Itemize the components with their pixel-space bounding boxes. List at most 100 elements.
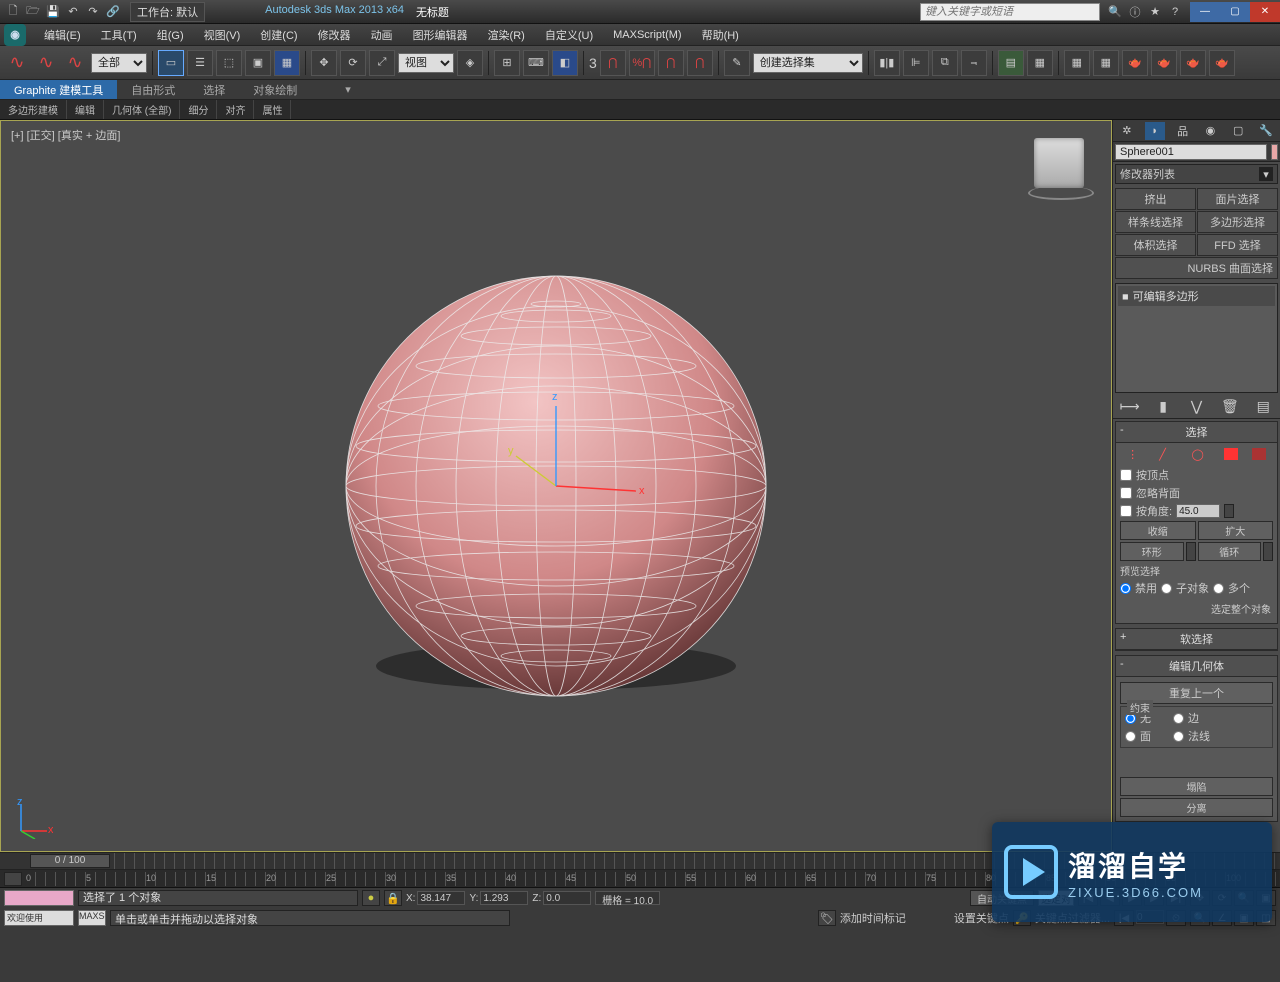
mirror-icon[interactable]: ▮|▮ xyxy=(874,50,900,76)
add-time-tag[interactable]: 添加时间标记 xyxy=(840,910,906,926)
layer-icon[interactable]: ⧉ xyxy=(932,50,958,76)
menu-maxscript[interactable]: MAXScript(M) xyxy=(603,27,691,43)
mod-nurbs-select[interactable]: NURBS 曲面选择 xyxy=(1115,257,1278,279)
app-menu-icon[interactable]: ◉ xyxy=(4,24,26,46)
ribbon-expand-icon[interactable]: ▾ xyxy=(331,80,365,99)
constraint-normal-radio[interactable] xyxy=(1173,731,1184,742)
rollout-editgeom-header[interactable]: -编辑几何体 xyxy=(1116,656,1277,677)
snap-options-icon[interactable]: ⋂ xyxy=(687,50,713,76)
snap-toggle-icon[interactable]: ◧ xyxy=(552,50,578,76)
named-selection-set[interactable]: 创建选择集 xyxy=(753,53,863,73)
paint-select-icon[interactable]: ▦ xyxy=(274,50,300,76)
ribbon-tab-paint[interactable]: 对象绘制 xyxy=(239,80,311,99)
hierarchy-tab-icon[interactable]: 品 xyxy=(1173,122,1193,140)
z-coord-field[interactable] xyxy=(543,891,591,905)
align-icon[interactable]: ⊫ xyxy=(903,50,929,76)
lock-icon[interactable]: 🔒 xyxy=(384,890,402,906)
mod-spline-select[interactable]: 样条线选择 xyxy=(1115,211,1196,233)
menu-group[interactable]: 组(G) xyxy=(147,25,194,45)
menu-custom[interactable]: 自定义(U) xyxy=(535,25,603,45)
create-tab-icon[interactable]: ✲ xyxy=(1117,122,1137,140)
material-editor-icon[interactable]: ▦ xyxy=(1027,50,1053,76)
ribbon-tab-selection[interactable]: 选择 xyxy=(189,80,239,99)
ribbon-panel-polymodel[interactable]: 多边形建模 xyxy=(0,100,67,119)
welcome-tab[interactable]: 欢迎使用 xyxy=(4,910,74,926)
window-crossing-icon[interactable]: ▣ xyxy=(245,50,271,76)
modify-tab-icon[interactable]: ◗ xyxy=(1145,122,1165,140)
select-name-icon[interactable]: ☰ xyxy=(187,50,213,76)
detach-button[interactable]: 分离 xyxy=(1120,798,1273,817)
loop-spin[interactable] xyxy=(1263,542,1273,561)
ignore-backface-checkbox[interactable] xyxy=(1120,487,1132,499)
viewport[interactable]: [+] [正交] [真实 + 边面] xyxy=(0,120,1112,852)
rollout-selection-header[interactable]: -选择 xyxy=(1116,422,1277,443)
redo-icon[interactable]: ↷ xyxy=(84,3,102,21)
rotate-icon[interactable]: ⟳ xyxy=(340,50,366,76)
mod-ffd-select[interactable]: FFD 选择 xyxy=(1197,234,1278,256)
element-subobj-icon[interactable] xyxy=(1252,448,1266,460)
shrink-button[interactable]: 收缩 xyxy=(1120,521,1196,540)
close-button[interactable]: ✕ xyxy=(1250,2,1280,22)
edge-subobj-icon[interactable]: ╱ xyxy=(1159,448,1177,464)
motion-tab-icon[interactable]: ◉ xyxy=(1200,122,1220,140)
star-icon[interactable]: ★ xyxy=(1146,3,1164,21)
new-icon[interactable]: 🗋 xyxy=(4,3,22,21)
poly-subobj-icon[interactable] xyxy=(1224,448,1238,460)
render-icon[interactable]: 🫖 xyxy=(1122,50,1148,76)
object-name-field[interactable] xyxy=(1115,144,1267,160)
select-region-icon[interactable]: ⬚ xyxy=(216,50,242,76)
unique-icon[interactable]: ⋁ xyxy=(1186,398,1206,416)
save-icon[interactable]: 💾 xyxy=(44,3,62,21)
ribbon-panel-props[interactable]: 属性 xyxy=(254,100,291,119)
ribbon-panel-geom[interactable]: 几何体 (全部) xyxy=(104,100,180,119)
by-angle-checkbox[interactable] xyxy=(1120,505,1132,517)
pivot-icon[interactable]: ◈ xyxy=(457,50,483,76)
unlink-icon[interactable]: ∿ xyxy=(33,50,59,76)
preview-disable-radio[interactable] xyxy=(1120,583,1131,594)
scale-icon[interactable]: ⤢ xyxy=(369,50,395,76)
undo-icon[interactable]: ↶ xyxy=(64,3,82,21)
info-icon[interactable]: ⓘ xyxy=(1126,3,1144,21)
spinner-snap-icon[interactable]: ⋂ xyxy=(658,50,684,76)
time-slider[interactable]: 0 / 100 xyxy=(30,854,110,868)
angle-spin-buttons[interactable] xyxy=(1224,504,1234,518)
rollout-soft-header[interactable]: +软选择 xyxy=(1116,629,1277,650)
keyboard-shortcut-icon[interactable]: ⌨ xyxy=(523,50,549,76)
stack-item-editable-poly[interactable]: 可编辑多边形 xyxy=(1118,286,1275,306)
configure-icon[interactable]: ▤ xyxy=(1253,398,1273,416)
link-icon[interactable]: 🔗 xyxy=(104,3,122,21)
ring-button[interactable]: 环形 xyxy=(1120,542,1184,561)
menu-edit[interactable]: 编辑(E) xyxy=(34,25,91,45)
vertex-subobj-icon[interactable]: ⋮ xyxy=(1127,448,1145,464)
modifier-stack[interactable]: 可编辑多边形 xyxy=(1115,283,1278,393)
menu-graph[interactable]: 图形编辑器 xyxy=(403,25,478,45)
menu-render[interactable]: 渲染(R) xyxy=(478,25,535,45)
ribbon-panel-align[interactable]: 对齐 xyxy=(217,100,254,119)
mod-extrude[interactable]: 挤出 xyxy=(1115,188,1196,210)
by-vertex-checkbox[interactable] xyxy=(1120,469,1132,481)
ribbon-panel-subdiv[interactable]: 细分 xyxy=(180,100,217,119)
maximize-button[interactable]: ▢ xyxy=(1220,2,1250,22)
ring-spin[interactable] xyxy=(1186,542,1196,561)
named-sel-edit-icon[interactable]: ✎ xyxy=(724,50,750,76)
object-color-swatch[interactable] xyxy=(1271,144,1278,160)
select-object-icon[interactable]: ▭ xyxy=(158,50,184,76)
collapse-button[interactable]: 塌陷 xyxy=(1120,777,1273,796)
menu-animation[interactable]: 动画 xyxy=(361,25,403,45)
schematic-icon[interactable]: ▤ xyxy=(998,50,1024,76)
menu-create[interactable]: 创建(C) xyxy=(250,25,307,45)
render-frame-icon[interactable]: ▦ xyxy=(1093,50,1119,76)
mod-vol-select[interactable]: 体积选择 xyxy=(1115,234,1196,256)
preview-multi-radio[interactable] xyxy=(1213,583,1224,594)
teapot2-icon[interactable]: 🫖 xyxy=(1180,50,1206,76)
minimize-button[interactable]: — xyxy=(1190,2,1220,22)
workspace-selector[interactable]: 工作台: 默认 xyxy=(130,2,205,22)
preview-subobj-radio[interactable] xyxy=(1161,583,1172,594)
ribbon-tab-graphite[interactable]: Graphite 建模工具 xyxy=(0,80,117,99)
search-input[interactable] xyxy=(920,3,1100,21)
render-setup-icon[interactable]: ▦ xyxy=(1064,50,1090,76)
manipulate-icon[interactable]: ⊞ xyxy=(494,50,520,76)
mod-poly-select[interactable]: 多边形选择 xyxy=(1197,211,1278,233)
viewcube[interactable] xyxy=(1019,133,1099,213)
mod-patch-select[interactable]: 面片选择 xyxy=(1197,188,1278,210)
